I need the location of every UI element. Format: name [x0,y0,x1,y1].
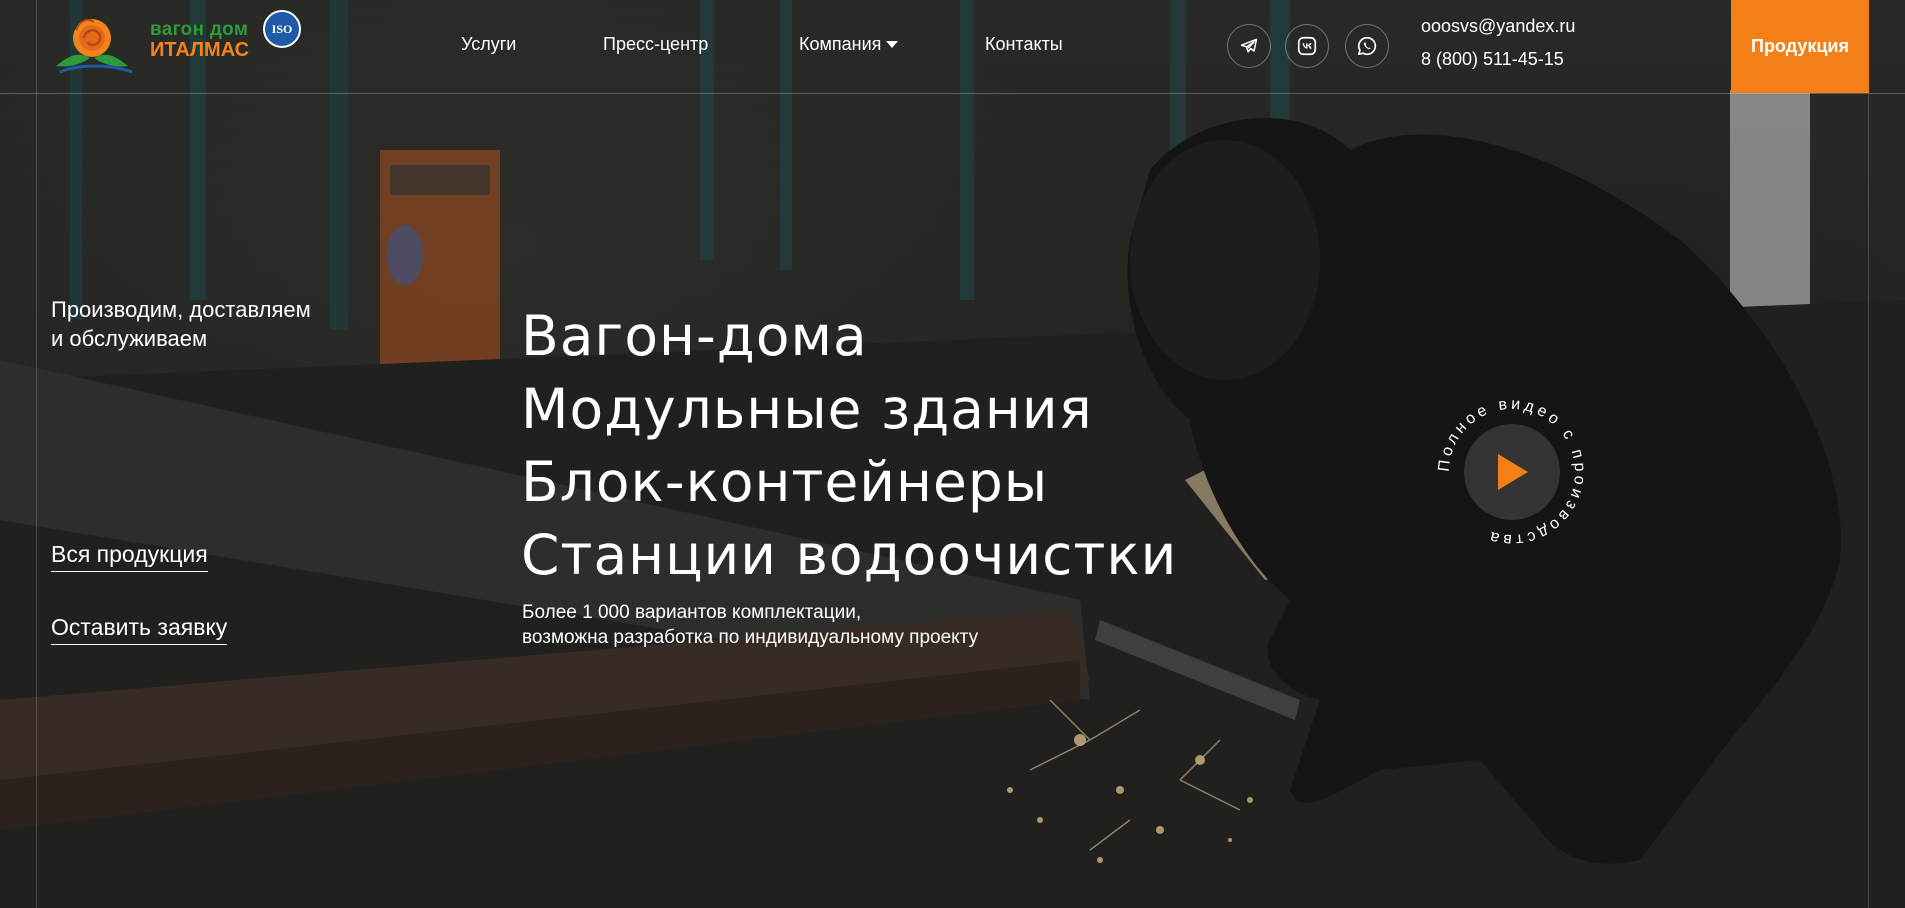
production-video-button[interactable]: Полное видео с производства [1432,392,1592,552]
site-header: вагон дом ИТАЛМАС ISO Услуги Пресс-центр… [0,0,1905,93]
telegram-button[interactable] [1227,24,1271,68]
contact-phone[interactable]: 8 (800) 511-45-15 [1421,49,1564,70]
nav-item-label: Услуги [461,34,517,54]
leave-request-link[interactable]: Оставить заявку [51,614,228,645]
chevron-down-icon [886,41,899,48]
nav-item-company[interactable]: Компания [799,34,899,55]
products-button[interactable]: Продукция [1731,0,1869,93]
headline-line: Блок-контейнеры [521,450,1049,514]
vk-icon [1297,36,1317,56]
logo-line-2: ИТАЛМАС [150,39,250,61]
nav-item-services[interactable]: Услуги [461,34,516,55]
telegram-icon [1240,38,1258,53]
subtext-line-2: возможна разработка по индивидуальному п… [522,627,979,648]
hero-headline: Вагон-дома Модульные здания Блок-контейн… [521,300,1177,592]
guide-line-left [36,0,37,908]
rose-logo-icon [56,19,133,74]
header-divider [0,93,1905,94]
nav-item-label: Пресс-центр [603,34,709,54]
all-products-link[interactable]: Вся продукция [51,541,208,572]
contact-email[interactable]: ooosvs@yandex.ru [1421,16,1575,37]
play-button[interactable] [1464,424,1560,520]
hero-tagline: Производим, доставляем и обслуживаем [51,295,371,353]
products-button-label: Продукция [1751,36,1849,56]
headline-line: Вагон-дома [521,304,868,368]
play-icon [1498,454,1528,490]
vk-button[interactable] [1285,24,1329,68]
nav-item-contacts[interactable]: Контакты [985,34,1063,55]
nav-item-label: Компания [799,34,882,54]
subtext-line-1: Более 1 000 вариантов комплектации, [522,602,862,623]
nav-item-press-center[interactable]: Пресс-центр [603,34,708,55]
headline-line: Станции водоочистки [521,523,1178,587]
guide-line-right [1868,0,1869,908]
logo-line-1: вагон дом [150,19,249,40]
hero-subtext: Более 1 000 вариантов комплектации, возм… [522,600,978,650]
iso-badge-label: ISO [271,21,293,36]
whatsapp-icon [1357,36,1377,56]
tagline-line-2: и обслуживаем [51,326,208,351]
nav-item-label: Контакты [985,34,1063,54]
headline-line: Модульные здания [521,377,1093,441]
tagline-line-1: Производим, доставляем [51,297,311,322]
iso-badge: ISO [263,10,301,48]
site-logo[interactable]: вагон дом ИТАЛМАС [50,14,300,74]
whatsapp-button[interactable] [1345,24,1389,68]
